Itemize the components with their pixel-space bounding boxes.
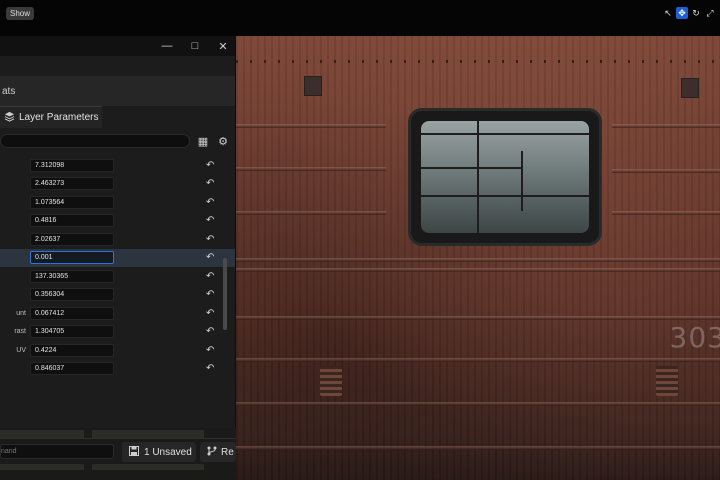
parameter-value-field[interactable]: 1.073564 <box>30 195 114 209</box>
parameter-value-field[interactable]: 7.312098 <box>30 158 114 172</box>
panel-seam <box>612 211 720 215</box>
parameter-value-field[interactable]: 2.02637 <box>30 232 114 246</box>
status-bar: nand 1 Unsaved Re <box>0 438 236 464</box>
reset-icon[interactable]: ↶ <box>206 289 214 300</box>
close-button[interactable]: ✕ <box>215 40 231 53</box>
handrail <box>421 133 589 135</box>
parameter-list: 7.312098 ↶ 2.463273 ↶ 1.073564 ↶ 0.4816 ↶ 2.0263… <box>0 156 235 378</box>
reset-icon[interactable]: ↶ <box>206 363 214 374</box>
reset-icon[interactable]: ↶ <box>206 160 214 171</box>
gear-icon[interactable]: ⚙ <box>216 134 230 148</box>
reset-icon[interactable]: ↶ <box>206 178 214 189</box>
scale-icon[interactable]: ⤢ <box>704 7 716 19</box>
parameter-row: 0.846037 ↶ <box>0 360 235 379</box>
tab-label: Layer Parameters <box>19 112 99 123</box>
panel-tabs: Layer Parameters <box>0 106 235 128</box>
parameter-value-field[interactable]: 1.304705 <box>30 325 114 339</box>
parameter-label: rast <box>14 328 26 336</box>
reset-icon[interactable]: ↶ <box>206 252 214 263</box>
vent <box>681 78 699 98</box>
search-row: ▦ ⚙ <box>0 128 235 154</box>
table-view-icon[interactable]: ▦ <box>196 134 210 148</box>
parameter-value-field[interactable]: 0.356304 <box>30 288 114 302</box>
pole <box>477 121 479 233</box>
unsaved-button[interactable]: 1 Unsaved <box>122 442 196 462</box>
viewport[interactable]: 303 <box>236 36 720 480</box>
revision-control-button[interactable]: Re <box>200 442 236 462</box>
panel-seam <box>236 358 720 362</box>
panel-seam <box>236 258 720 262</box>
layer-parameters-panel: — □ ✕ ats Layer Parameters ▦ ⚙ 7.312098 ↶… <box>0 36 236 464</box>
reset-icon[interactable]: ↶ <box>206 326 214 337</box>
minimize-button[interactable]: — <box>159 40 175 52</box>
vent <box>304 76 322 96</box>
parameter-row: 2.463273 ↶ <box>0 175 235 194</box>
command-input[interactable]: nand <box>0 444 114 459</box>
reset-icon[interactable]: ↶ <box>206 308 214 319</box>
seat-rail <box>421 195 589 197</box>
panel-seam <box>236 211 386 215</box>
parameter-row: rast 1.304705 ↶ <box>0 323 235 342</box>
panel-seam <box>236 268 720 272</box>
train-window <box>408 108 602 246</box>
branch-icon <box>207 446 217 459</box>
parameter-row: 7.312098 ↶ <box>0 156 235 175</box>
reset-icon[interactable]: ↶ <box>206 345 214 356</box>
viewport-toolbar: Show ↖ ✥ ↻ ⤢ <box>0 0 720 36</box>
parameter-value-field[interactable]: 0.001 <box>30 251 114 265</box>
parameter-row: unt 0.067412 ↶ <box>0 304 235 323</box>
panel-seam <box>612 124 720 128</box>
tab-layer-parameters[interactable]: Layer Parameters <box>0 106 103 128</box>
rivet-row <box>236 60 720 63</box>
panel-seam <box>236 316 720 320</box>
unsaved-label: 1 Unsaved <box>144 446 192 458</box>
reset-icon[interactable]: ↶ <box>206 234 214 245</box>
louver <box>320 366 342 396</box>
show-button[interactable]: Show <box>6 7 35 20</box>
panel-seam <box>236 402 720 406</box>
revision-label: Re <box>221 446 234 458</box>
save-icon <box>129 445 139 459</box>
louver <box>656 366 678 396</box>
parameter-row: 2.02637 ↶ <box>0 230 235 249</box>
parameter-row: 0.4816 ↶ <box>0 212 235 231</box>
parameter-label: unt <box>16 309 26 317</box>
seat-rail <box>421 167 521 169</box>
search-input[interactable] <box>0 134 190 148</box>
layers-icon <box>4 111 15 125</box>
parameter-value-field[interactable]: 0.4816 <box>30 214 114 228</box>
reset-icon[interactable]: ↶ <box>206 215 214 226</box>
reset-icon[interactable]: ↶ <box>206 271 214 282</box>
parameter-row: UV 0.4224 ↶ <box>0 341 235 360</box>
parameter-row: 1.073564 ↶ <box>0 193 235 212</box>
parameter-label: UV <box>16 346 26 354</box>
maximize-button[interactable]: □ <box>187 40 203 52</box>
transform-tools: ↖ ✥ ↻ ⤢ <box>662 7 716 19</box>
parameter-row: 0.356304 ↶ <box>0 286 235 305</box>
parameter-value-field[interactable]: 2.463273 <box>30 177 114 191</box>
panel-titlebar[interactable]: — □ ✕ <box>0 36 235 56</box>
parameter-row: 0.001 ↶ <box>0 248 235 267</box>
parameter-value-field[interactable]: 0.4224 <box>30 343 114 357</box>
panel-seam <box>612 169 720 173</box>
panel-seam <box>236 167 386 171</box>
select-icon[interactable]: ↖ <box>662 7 674 19</box>
panel-scrollbar[interactable] <box>223 258 227 330</box>
parameter-value-field[interactable]: 137.30365 <box>30 269 114 283</box>
stats-tab-label: ats <box>2 85 16 97</box>
car-number: 303 <box>669 321 720 354</box>
pole <box>521 151 523 211</box>
parameter-value-field[interactable]: 0.846037 <box>30 362 114 376</box>
panel-seam <box>236 446 720 450</box>
parameter-value-field[interactable]: 0.067412 <box>30 306 114 320</box>
panel-seam <box>236 124 386 128</box>
window-glass <box>421 121 589 233</box>
rotate-icon[interactable]: ↻ <box>690 7 702 19</box>
translate-icon[interactable]: ✥ <box>676 7 688 19</box>
reset-icon[interactable]: ↶ <box>206 197 214 208</box>
stats-tab[interactable]: ats <box>0 76 235 106</box>
parameter-row: 137.30365 ↶ <box>0 267 235 286</box>
